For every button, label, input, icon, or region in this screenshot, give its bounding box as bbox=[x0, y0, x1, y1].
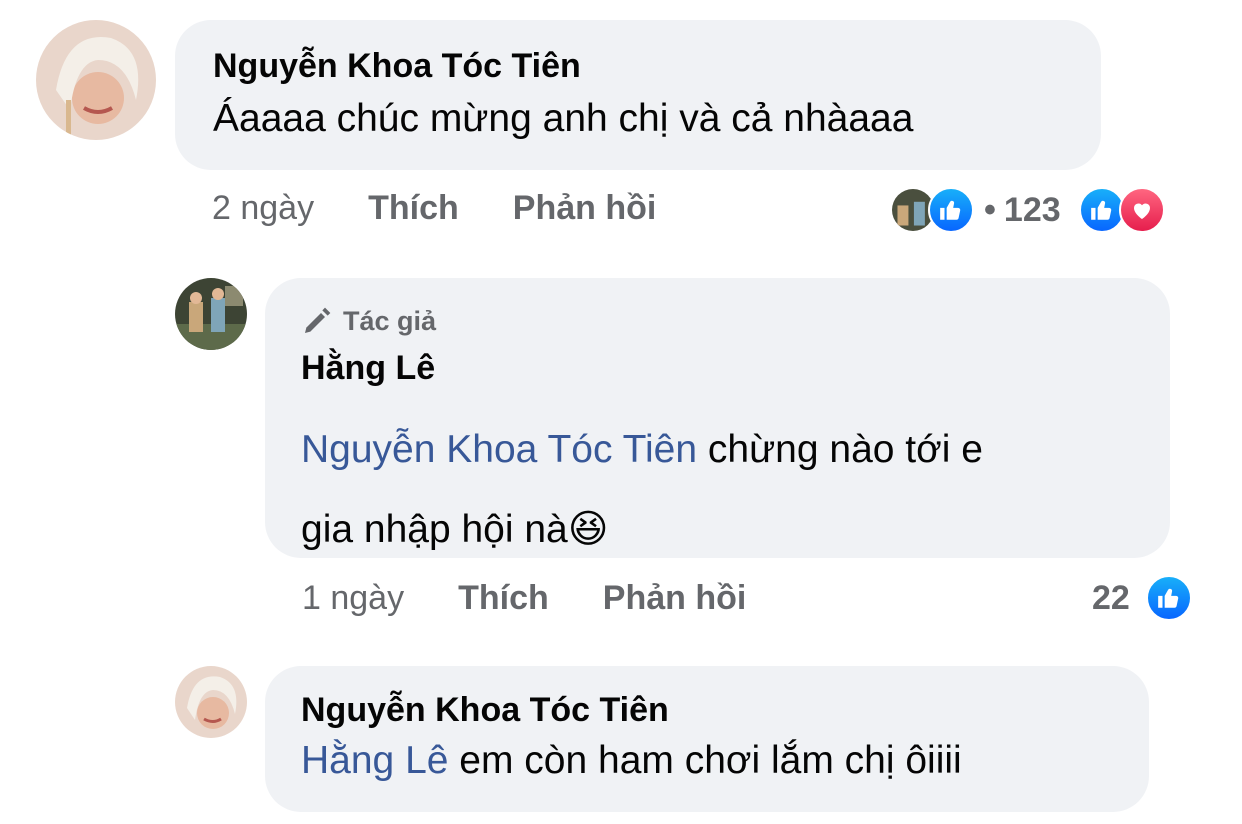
avatar[interactable] bbox=[175, 278, 247, 350]
mention-link[interactable]: Hằng Lê bbox=[301, 739, 448, 782]
author-badge: Tác giả bbox=[301, 304, 1134, 338]
comment-bubble: Nguyễn Khoa Tóc Tiên Hằng Lê em còn ham … bbox=[265, 666, 1149, 812]
reply-button[interactable]: Phản hồi bbox=[603, 579, 747, 618]
comment-timestamp[interactable]: 1 ngày bbox=[302, 579, 404, 618]
comment-bubble: Tác giả Hằng Lê Nguyễn Khoa Tóc Tiên chừ… bbox=[265, 278, 1170, 558]
comment-actions: 2 ngày Thích Phản hồi bbox=[212, 186, 710, 230]
mention-link[interactable]: Nguyễn Khoa Tóc Tiên bbox=[301, 428, 697, 471]
reaction-summary[interactable]: • 123 bbox=[890, 186, 1165, 234]
comment-text-part: em còn ham chơi lắm chị ôiiii bbox=[448, 739, 962, 782]
comment-thread: Nguyễn Khoa Tóc Tiên Áaaaa chúc mừng anh… bbox=[0, 0, 1242, 824]
reaction-separator: • bbox=[984, 190, 996, 229]
comment-author[interactable]: Nguyễn Khoa Tóc Tiên bbox=[213, 46, 1063, 86]
reply-button[interactable]: Phản hồi bbox=[513, 189, 657, 228]
reaction-count: 123 bbox=[1003, 190, 1061, 229]
like-icon bbox=[1078, 187, 1125, 233]
laughing-emoji-icon: 😆 bbox=[567, 508, 609, 551]
avatar[interactable] bbox=[175, 666, 247, 738]
comment-text: Hằng Lê em còn ham chơi lắm chị ôiiii bbox=[301, 736, 1113, 786]
reaction-summary[interactable]: 22 bbox=[1092, 574, 1192, 622]
comment-text: Nguyễn Khoa Tóc Tiên chừng nào tới e bbox=[301, 410, 1134, 490]
reaction-count: 22 bbox=[1092, 578, 1130, 617]
comment-text: Áaaaa chúc mừng anh chị và cả nhàaaa bbox=[213, 97, 914, 140]
comment-author[interactable]: Hằng Lê bbox=[301, 348, 1134, 388]
love-icon bbox=[1118, 187, 1165, 233]
like-button[interactable]: Thích bbox=[458, 579, 549, 618]
comment-bubble: Nguyễn Khoa Tóc Tiên Áaaaa chúc mừng anh… bbox=[175, 20, 1101, 170]
comment-author[interactable]: Nguyễn Khoa Tóc Tiên bbox=[301, 690, 1113, 730]
like-button[interactable]: Thích bbox=[368, 189, 459, 228]
author-badge-label: Tác giả bbox=[343, 305, 437, 336]
avatar[interactable] bbox=[36, 20, 156, 140]
like-icon bbox=[928, 187, 974, 233]
comment-actions: 1 ngày Thích Phản hồi bbox=[302, 576, 800, 620]
comment-text: gia nhập hội nà😆 bbox=[301, 490, 1134, 570]
pen-icon bbox=[305, 307, 331, 333]
comment-timestamp[interactable]: 2 ngày bbox=[212, 189, 314, 228]
like-icon bbox=[1145, 575, 1192, 621]
comment-text-part: chừng nào tới e bbox=[697, 428, 983, 471]
comment-text-part: gia nhập hội nà bbox=[301, 508, 568, 551]
